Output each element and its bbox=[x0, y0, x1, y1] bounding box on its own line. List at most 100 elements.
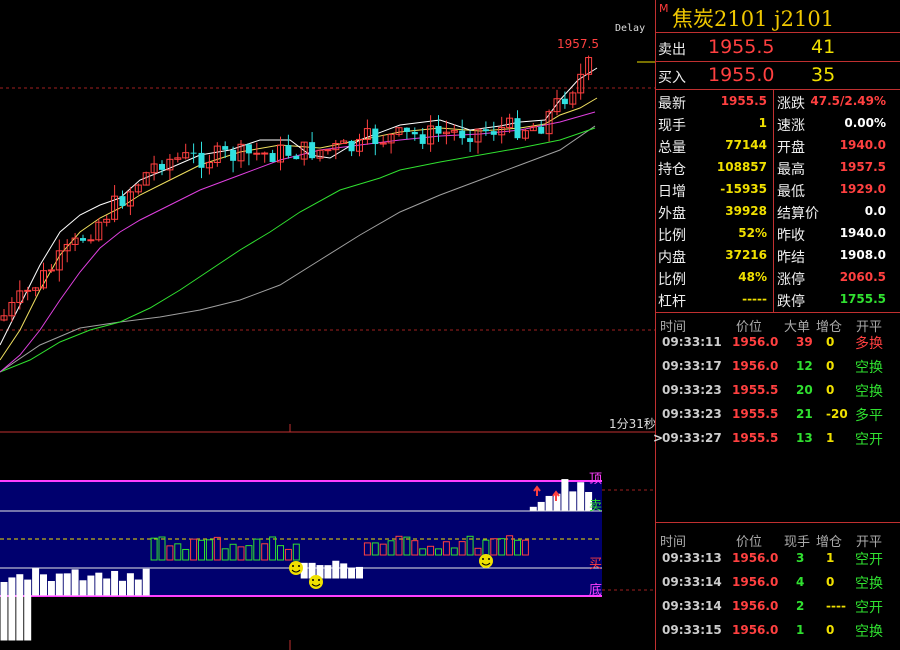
candlesticks bbox=[0, 55, 593, 322]
big-order-row[interactable]: 09:33:23 1955.5 20 0 空换 bbox=[656, 378, 900, 402]
big-order-row[interactable]: 09:33:11 1956.0 39 0 多换 bbox=[656, 330, 900, 354]
indicator-bar bbox=[95, 572, 103, 596]
time-cell: 09:33:13 bbox=[662, 551, 722, 565]
indicator-bar bbox=[395, 535, 403, 556]
stat-key: 昨结 bbox=[777, 250, 805, 266]
indicator-bar bbox=[569, 491, 577, 511]
stat-row-left: 现手 1 bbox=[656, 112, 773, 134]
price-cell: 1956.0 bbox=[732, 575, 779, 589]
time-cell: 09:33:27 bbox=[662, 431, 722, 445]
candle-body bbox=[159, 163, 165, 170]
stat-row-left: 最新 1955.5 bbox=[656, 90, 773, 112]
sell-label: 卖 bbox=[589, 499, 602, 514]
stat-value: 39928 bbox=[725, 204, 767, 218]
time-cell: 09:33:17 bbox=[662, 359, 722, 373]
stat-value: 47.5/2.49% bbox=[810, 94, 886, 108]
smiley-icon bbox=[289, 561, 303, 575]
indicator-bar bbox=[0, 581, 8, 641]
stat-value: 52% bbox=[738, 226, 767, 240]
candle-body bbox=[482, 129, 489, 132]
candle-body bbox=[253, 152, 261, 155]
price-cell: 1955.5 bbox=[732, 407, 779, 421]
candle-body bbox=[119, 196, 126, 206]
qty-cell: 13 bbox=[796, 431, 813, 445]
buy-quote-row[interactable]: 买入 1955.0 35 bbox=[656, 61, 900, 90]
flag-label: M bbox=[659, 2, 669, 15]
delay-label: Delay bbox=[615, 23, 645, 34]
top-label: 顶 bbox=[589, 472, 602, 487]
big-order-row[interactable]: >09:33:27 1955.5 13 1 空开 bbox=[653, 426, 900, 450]
indicator-bar bbox=[466, 535, 474, 556]
stat-value: 1908.0 bbox=[839, 248, 886, 262]
stat-row-right: 结算价 0.0 bbox=[775, 200, 892, 222]
price-cell: 1956.0 bbox=[732, 359, 779, 373]
time-cell: 09:33:14 bbox=[662, 575, 722, 589]
type-cell: 空换 bbox=[855, 624, 883, 640]
oi-change-cell: -20 bbox=[826, 407, 848, 421]
price-cell: 1955.5 bbox=[732, 431, 779, 445]
qty-cell: 12 bbox=[796, 359, 813, 373]
indicator-bar bbox=[356, 566, 363, 579]
stat-key: 杠杆 bbox=[658, 294, 686, 310]
indicator-bar bbox=[158, 536, 166, 561]
indicator-bar bbox=[379, 543, 387, 556]
stat-key: 比例 bbox=[658, 272, 686, 288]
period-label: 1分31秒 bbox=[609, 417, 655, 431]
stat-key: 总量 bbox=[658, 140, 686, 156]
indicator-bar bbox=[261, 543, 269, 561]
indicator-bar bbox=[363, 542, 371, 556]
stat-key: 涨跌 bbox=[777, 96, 805, 112]
stat-row-left: 比例 48% bbox=[656, 266, 773, 288]
big-order-row[interactable]: 09:33:23 1955.5 21 -20 多平 bbox=[656, 402, 900, 426]
candle-body bbox=[411, 131, 418, 135]
indicator-bar bbox=[16, 574, 24, 641]
indicator-bar bbox=[292, 543, 300, 561]
stat-row-right: 涨停 2060.5 bbox=[775, 266, 892, 288]
type-cell: 空开 bbox=[855, 552, 883, 568]
indicator-bar bbox=[55, 573, 63, 596]
stat-value: 48% bbox=[738, 270, 767, 284]
sell-price: 1955.5 bbox=[708, 36, 775, 58]
type-cell: 空换 bbox=[855, 576, 883, 592]
stat-row-right: 涨跌 47.5/2.49% bbox=[775, 90, 892, 112]
buy-volume: 35 bbox=[811, 64, 836, 86]
type-cell: 空换 bbox=[855, 384, 883, 400]
candle-body bbox=[269, 153, 276, 162]
oi-change-cell: 0 bbox=[826, 359, 835, 373]
indicator-bar bbox=[71, 569, 79, 596]
tick-row[interactable]: 09:33:13 1956.0 3 1 空开 bbox=[656, 546, 900, 570]
price-cell: 1956.0 bbox=[732, 599, 779, 613]
indicator-bar bbox=[482, 539, 490, 556]
quote-panel: M 焦炭2101 j2101 卖出 1955.5 41 买入 1955.0 35… bbox=[653, 0, 900, 650]
sell-quote-row[interactable]: 卖出 1955.5 41 bbox=[656, 33, 900, 62]
indicator-bar bbox=[458, 541, 466, 556]
stat-value: 0.00% bbox=[844, 116, 886, 130]
candlestick-chart[interactable]: 1957.5 Delay 1分31秒 顶 卖 买 底 bbox=[0, 0, 655, 650]
indicator-bar bbox=[47, 581, 55, 596]
qty-cell: 21 bbox=[796, 407, 813, 421]
candle-body bbox=[222, 146, 229, 150]
tick-row[interactable]: 09:33:14 1956.0 2 ---- 空开 bbox=[656, 594, 900, 618]
price-cell: 1956.0 bbox=[732, 335, 779, 349]
stat-row-left: 内盘 37216 bbox=[656, 244, 773, 266]
tick-row[interactable]: 09:33:14 1956.0 4 0 空换 bbox=[656, 570, 900, 594]
candle-body bbox=[348, 140, 355, 152]
indicator-bar bbox=[79, 580, 87, 596]
oi-change-cell: 0 bbox=[826, 335, 835, 349]
sell-label: 卖出 bbox=[658, 42, 686, 58]
indicator-bar bbox=[166, 545, 174, 561]
indicator-bar bbox=[474, 547, 482, 556]
stat-value: 1755.5 bbox=[839, 292, 886, 306]
stat-row-right: 昨结 1908.0 bbox=[775, 244, 892, 266]
big-order-row[interactable]: 09:33:17 1956.0 12 0 空换 bbox=[656, 354, 900, 378]
indicator-bar bbox=[387, 540, 395, 556]
candle-body bbox=[245, 144, 252, 154]
instrument-header: M 焦炭2101 j2101 bbox=[656, 0, 900, 33]
candle-body bbox=[372, 128, 379, 145]
qty-cell: 39 bbox=[796, 335, 813, 349]
instrument-title[interactable]: 焦炭2101 j2101 bbox=[672, 3, 834, 33]
qty-cell: 20 bbox=[796, 383, 813, 397]
candle-body bbox=[514, 118, 521, 139]
qty-cell: 4 bbox=[796, 575, 805, 589]
tick-row[interactable]: 09:33:15 1956.0 1 0 空换 bbox=[656, 618, 900, 642]
